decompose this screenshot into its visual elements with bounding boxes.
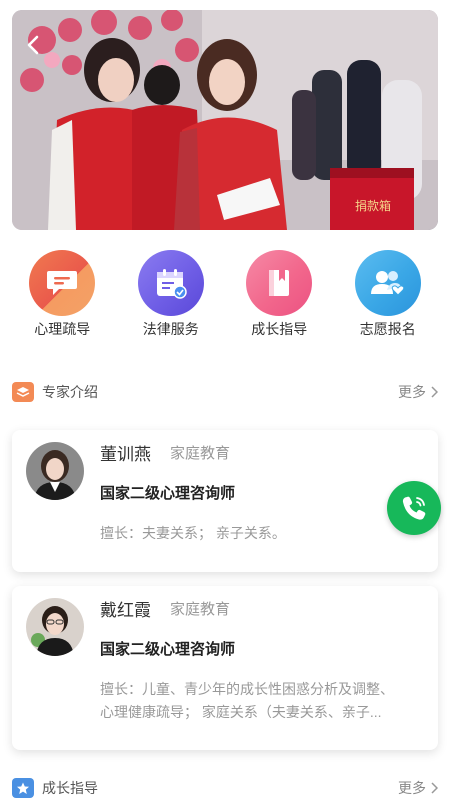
chevron-right-icon [431, 386, 438, 398]
avatar [26, 442, 84, 500]
nav-label: 法律服务 [142, 321, 199, 337]
chevron-right-icon [431, 782, 438, 794]
quick-nav: 心理疏导 法律服务 成长指导 志愿报名 [0, 250, 450, 340]
growth-section-title: 成长指导 [42, 780, 98, 796]
people-heart-icon [354, 250, 421, 316]
expert-desc-line-2: 心理健康疏导； 家庭关系（夫妻关系、亲子... [100, 704, 382, 720]
avatar [26, 598, 84, 656]
call-button[interactable] [387, 481, 441, 535]
expert-tag: 家庭教育 [170, 445, 231, 462]
calendar-check-icon [137, 250, 204, 316]
expert-name: 董训燕 [100, 445, 151, 464]
more-label: 更多 [398, 384, 426, 400]
experts-section-header: 专家介绍 更多 [12, 380, 438, 404]
star-icon [12, 778, 34, 798]
growth-more-link[interactable]: 更多 [398, 778, 438, 798]
chevron-left-icon [27, 35, 39, 55]
book-icon [246, 250, 313, 316]
nav-label: 成长指导 [251, 321, 308, 337]
expert-desc-line-1: 擅长：儿童、青少年的成长性困惑分析及调整、 [100, 681, 394, 697]
growth-section-header: 成长指导 更多 [12, 776, 438, 800]
nav-legal-services[interactable]: 法律服务 [121, 250, 221, 340]
donation-box-text: 捐款箱 [355, 198, 391, 213]
experts-more-link[interactable]: 更多 [398, 382, 438, 402]
more-label: 更多 [398, 780, 426, 796]
nav-volunteer-signup[interactable]: 志愿报名 [338, 250, 438, 340]
expert-card[interactable]: 戴红霞 家庭教育 国家二级心理咨询师 擅长：儿童、青少年的成长性困惑分析及调整、… [12, 586, 438, 750]
expert-desc: 擅长：夫妻关系； 亲子关系。 [100, 525, 286, 541]
expert-tag: 家庭教育 [170, 601, 231, 618]
nav-growth-guidance[interactable]: 成长指导 [229, 250, 329, 340]
expert-name: 戴红霞 [100, 601, 151, 620]
banner-image[interactable]: 捐款箱 [12, 10, 438, 230]
expert-title: 国家二级心理咨询师 [100, 485, 236, 502]
back-button[interactable] [26, 34, 50, 62]
expert-title: 国家二级心理咨询师 [100, 641, 236, 658]
nav-label: 志愿报名 [359, 321, 416, 337]
phone-icon [402, 496, 426, 520]
expert-card[interactable]: 董训燕 家庭教育 国家二级心理咨询师 擅长：夫妻关系； 亲子关系。 [12, 430, 438, 572]
layers-icon [12, 382, 34, 402]
nav-psychological-counseling[interactable]: 心理疏导 [12, 250, 112, 340]
chat-bubble-icon [29, 250, 96, 316]
experts-section-title: 专家介绍 [42, 384, 98, 400]
nav-label: 心理疏导 [34, 321, 91, 337]
banner-photo: 捐款箱 [12, 10, 438, 230]
